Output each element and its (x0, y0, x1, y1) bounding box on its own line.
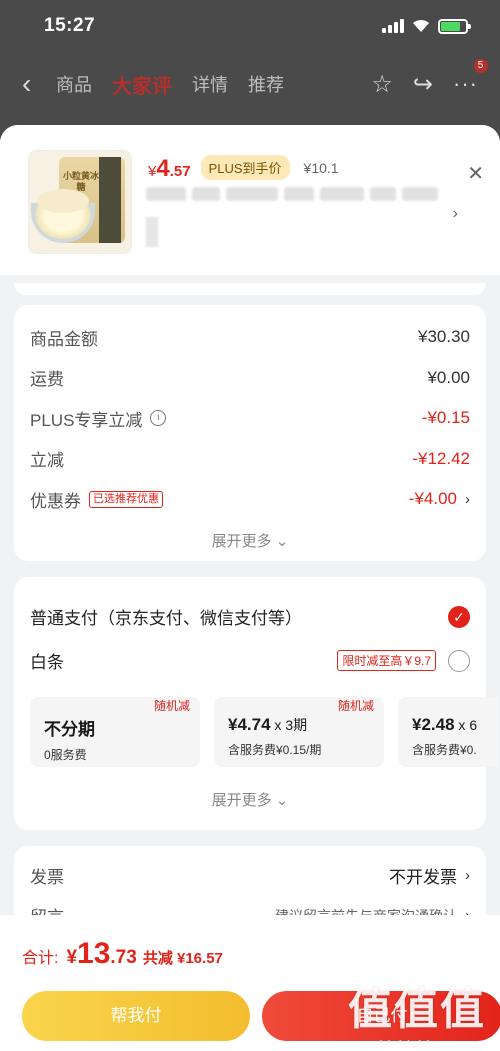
fee-row-coupon[interactable]: 优惠券 已选推荐优惠 -¥4.00 › (14, 479, 486, 520)
price-breakdown-card: 商品金额 ¥30.30 运费 ¥0.00 PLUS专享立减 i -¥0.15 立减… (14, 305, 486, 561)
chevron-right-icon[interactable]: › (453, 205, 458, 223)
installment-plan-3[interactable]: 随机减 ¥4.74 x 3期 含服务费¥0.15/期 (214, 696, 384, 767)
fee-value: -¥4.00 (408, 489, 457, 509)
invoice-row[interactable]: 发票 不开发票 › (14, 856, 486, 896)
total-saved: 共减 ¥16.57 (142, 950, 223, 967)
back-icon[interactable]: ‹ (22, 68, 56, 100)
fee-value: ¥0.00 (427, 367, 470, 387)
chevron-down-icon: ⌄ (275, 791, 289, 809)
product-thumbnail[interactable]: 小粒黄冰糖 (28, 150, 132, 254)
plan-period: x 3期 (270, 716, 308, 733)
tab-details[interactable]: 详情 (192, 71, 228, 97)
tab-recommend[interactable]: 推荐 (248, 71, 284, 97)
installment-plans: 随机减 不分期 0服务费 随机减 ¥4.74 x 3期 含服务费¥0.15/期 … (14, 683, 498, 767)
order-total: 合计: ¥ 13 .73 共减 ¥16.57 (0, 915, 500, 971)
price-decimal: .57 (169, 163, 191, 180)
fee-value: ¥30.30 (418, 327, 470, 347)
watermark-logo: 值值值 (348, 985, 486, 1034)
system-icons (382, 18, 471, 34)
fee-row-plus-discount: PLUS专享立减 i -¥0.15 (14, 398, 486, 439)
price-currency: ¥ (148, 163, 157, 180)
payment-method-card: 普通支付（京东支付、微信支付等） ✓ 白条 限时减至高￥9.7 随机减 不分期 … (14, 576, 498, 830)
fee-row-instant-discount: 立减 -¥12.42 (14, 439, 486, 480)
radio-checked-icon[interactable]: ✓ (448, 605, 470, 628)
payment-option-label: 普通支付（京东支付、微信支付等） (30, 609, 302, 628)
chevron-right-icon[interactable]: › (465, 491, 470, 508)
chevron-down-icon: ⌄ (275, 532, 289, 550)
address-card-edge (14, 283, 486, 295)
fee-label-text: PLUS专享立减 (30, 410, 143, 430)
fee-value: -¥12.42 (412, 448, 470, 468)
payment-option-label: 白条 (30, 653, 64, 672)
plan-fee: 含服务费¥0. (412, 742, 477, 757)
payment-option-baitiao[interactable]: 白条 限时减至高￥9.7 (14, 639, 486, 683)
chevron-right-icon[interactable]: › (465, 867, 470, 884)
expand-label: 展开更多 (211, 532, 272, 550)
help-me-pay-button[interactable]: 帮我付 (22, 991, 250, 1041)
blurred-product-spec (146, 217, 158, 247)
fee-label-text: 优惠券 (30, 491, 81, 511)
plan-title: ¥4.74 (228, 714, 271, 734)
fee-row-goods: 商品金额 ¥30.30 (14, 317, 486, 358)
installment-plan-6[interactable]: ¥2.48 x 6 含服务费¥0. (398, 696, 498, 767)
price-integer: 4 (156, 155, 170, 182)
payment-option-normal[interactable]: 普通支付（京东支付、微信支付等） ✓ (14, 595, 486, 639)
status-bar: 15:27 (0, 0, 500, 52)
radio-unchecked-icon[interactable] (448, 649, 470, 672)
invoice-label: 发票 (30, 868, 64, 887)
fee-label: 优惠券 已选推荐优惠 (30, 487, 163, 512)
total-integer: 13 (77, 937, 111, 970)
baitiao-promo-tag: 限时减至高￥9.7 (337, 650, 436, 671)
favorite-star-icon[interactable]: ☆ (371, 70, 393, 99)
plan-period: x 6 (454, 716, 478, 733)
total-decimal: .73 (110, 947, 137, 968)
random-discount-tag: 随机减 (337, 698, 374, 713)
close-icon[interactable]: ✕ (467, 161, 484, 186)
product-price: ¥ 4 .57 PLUS到手价 ¥10.1 (148, 155, 339, 183)
coupon-selected-tag: 已选推荐优惠 (89, 490, 163, 508)
message-badge: 5 (474, 59, 488, 73)
fee-label: PLUS专享立减 i (30, 406, 167, 431)
fee-row-shipping: 运费 ¥0.00 (14, 358, 486, 399)
random-discount-tag: 随机减 (153, 698, 190, 713)
plus-price-tag: PLUS到手价 (200, 155, 290, 180)
more-icon[interactable]: ··· 5 (453, 59, 488, 97)
share-icon[interactable]: ↪ (413, 70, 433, 99)
installment-plan-none[interactable]: 随机减 不分期 0服务费 (30, 696, 200, 767)
expand-label: 展开更多 (211, 791, 272, 809)
info-icon[interactable]: i (150, 410, 167, 427)
fee-value: -¥0.15 (421, 408, 470, 428)
invoice-value: 不开发票 (389, 868, 457, 887)
product-top-nav: ‹ 商品 大家评 详情 推荐 ☆ ↪ ··· 5 (0, 59, 500, 108)
total-label: 合计: (22, 950, 59, 967)
expand-more-fees[interactable]: 展开更多 ⌄ (14, 530, 486, 551)
checkout-sheet: 小粒黄冰糖 ¥ 4 .57 PLUS到手价 ¥10.1 ✕ › 商品金额 ¥30… (0, 125, 500, 1051)
status-time: 15:27 (44, 15, 96, 36)
product-summary: 小粒黄冰糖 ¥ 4 .57 PLUS到手价 ¥10.1 ✕ › (0, 125, 500, 275)
tab-product[interactable]: 商品 (56, 71, 92, 97)
fee-label: 运费 (30, 370, 64, 390)
plan-fee: 0服务费 (44, 747, 87, 762)
expand-more-plans[interactable]: 展开更多 ⌄ (14, 789, 486, 810)
signal-icon (382, 19, 404, 33)
fee-label: 商品金额 (30, 329, 98, 349)
tab-reviews[interactable]: 大家评 (112, 70, 172, 99)
fee-label: 立减 (30, 451, 64, 471)
battery-icon (438, 18, 471, 34)
total-currency: ¥ (66, 947, 78, 968)
wifi-icon (413, 19, 429, 32)
plan-title: 不分期 (44, 719, 95, 739)
plan-title: ¥2.48 (412, 714, 455, 734)
watermark-url: zhizhizhi.com (371, 1037, 463, 1051)
site-watermark: 值值值 zhizhizhi.com (348, 973, 486, 1051)
plan-fee: 含服务费¥0.15/期 (228, 742, 322, 757)
blurred-product-title (146, 187, 438, 201)
original-price: ¥10.1 (303, 160, 339, 176)
